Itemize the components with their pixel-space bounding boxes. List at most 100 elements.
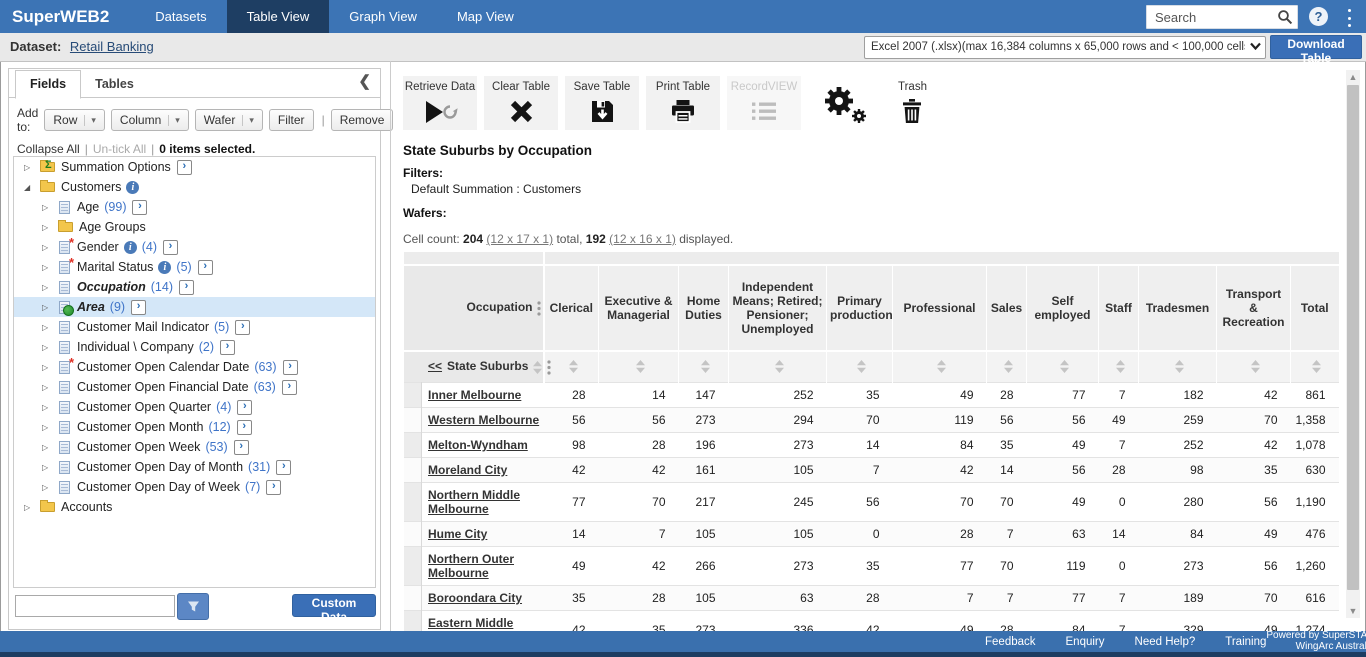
tree-item-label[interactable]: Customer Mail Indicator [77, 320, 209, 334]
sort-cell-self-employed[interactable] [1027, 351, 1099, 383]
tree-item-customer-open-calendar-date[interactable]: ▷Customer Open Calendar Date(63)› [14, 357, 375, 377]
add-to-table-button[interactable]: › [131, 300, 146, 315]
sort-icon[interactable] [774, 359, 785, 374]
column-header-primary-production[interactable]: Primary production [827, 265, 893, 351]
tree-item-label[interactable]: Customer Open Quarter [77, 400, 211, 414]
sort-cell-transport-recreation[interactable] [1217, 351, 1291, 383]
add-to-table-button[interactable]: › [177, 160, 192, 175]
add-to-filter-button[interactable]: Filter [269, 109, 314, 131]
sort-cell-tradesmen[interactable] [1139, 351, 1217, 383]
sort-icon[interactable] [1174, 359, 1185, 374]
tree-item-label[interactable]: Customer Open Week [77, 440, 200, 454]
expand-toggle-icon[interactable]: ▷ [42, 263, 57, 272]
tree-item-summation-options[interactable]: ▷Summation Options› [14, 157, 375, 177]
tree-item-label[interactable]: Area [77, 300, 105, 314]
tree-item-accounts[interactable]: ▷Accounts [14, 497, 375, 517]
tree-item-customers[interactable]: ◢Customersi [14, 177, 375, 197]
add-to-table-button[interactable]: › [234, 440, 249, 455]
footer-link-need-help[interactable]: Need Help? [1135, 636, 1196, 648]
expand-toggle-icon[interactable]: ▷ [42, 463, 57, 472]
add-to-table-button[interactable]: › [237, 400, 252, 415]
row-link-eastern-middle-melbourne[interactable]: Eastern Middle Melbourne [428, 616, 513, 631]
column-header-total[interactable]: Total [1291, 265, 1339, 351]
collapse-toggle-icon[interactable]: ◢ [24, 183, 39, 192]
sort-icon[interactable] [1250, 359, 1261, 374]
dataset-link[interactable]: Retail Banking [70, 39, 154, 54]
add-to-table-button[interactable]: › [179, 280, 194, 295]
tree-item-customer-open-quarter[interactable]: ▷Customer Open Quarter(4)› [14, 397, 375, 417]
sort-cell-clerical[interactable] [544, 351, 599, 383]
column-header-executive-managerial[interactable]: Executive & Managerial [599, 265, 679, 351]
tree-item-label[interactable]: Gender [77, 240, 119, 254]
tree-item-label[interactable]: Customer Open Month [77, 420, 203, 434]
expand-toggle-icon[interactable]: ▷ [24, 503, 39, 512]
row-link-moreland-city[interactable]: Moreland City [428, 463, 507, 477]
retrieve-data-button[interactable]: Retrieve Data [403, 76, 477, 130]
footer-link-enquiry[interactable]: Enquiry [1066, 636, 1105, 648]
tree-item-label[interactable]: Customers [61, 180, 121, 194]
column-menu-icon[interactable] [547, 360, 551, 375]
nav-tab-table-view[interactable]: Table View [227, 0, 330, 33]
chevron-down-icon[interactable]: ▾ [84, 115, 96, 126]
collapse-all-link[interactable]: Collapse All [17, 142, 80, 156]
expand-toggle-icon[interactable]: ▷ [42, 323, 57, 332]
add-to-table-button[interactable]: › [276, 460, 291, 475]
tree-item-label[interactable]: Summation Options [61, 160, 171, 174]
sort-icon[interactable] [635, 359, 646, 374]
search-input[interactable] [1153, 7, 1275, 27]
sort-cell-independent-means-retired-pensioner-unemployed[interactable] [729, 351, 827, 383]
sort-icon[interactable] [568, 359, 579, 374]
sort-cell-total[interactable] [1291, 351, 1339, 383]
column-header-clerical[interactable]: Clerical [544, 265, 599, 351]
field-filter-button[interactable] [177, 593, 209, 620]
clear-table-button[interactable]: Clear Table [484, 76, 558, 130]
footer-link-training[interactable]: Training [1225, 636, 1266, 648]
tree-item-age[interactable]: ▷Age(99)› [14, 197, 375, 217]
help-icon[interactable]: ? [1309, 7, 1328, 26]
tree-item-customer-open-week[interactable]: ▷Customer Open Week(53)› [14, 437, 375, 457]
row-link-boroondara-city[interactable]: Boroondara City [428, 591, 522, 605]
expand-toggle-icon[interactable]: ▷ [42, 383, 57, 392]
tree-item-occupation[interactable]: ▷Occupation(14)› [14, 277, 375, 297]
print-table-button[interactable]: Print Table [646, 76, 720, 130]
custom-data-button[interactable]: Custom Data [292, 594, 376, 617]
column-header-staff[interactable]: Staff [1099, 265, 1139, 351]
tree-item-label[interactable]: Individual \ Company [77, 340, 194, 354]
expand-toggle-icon[interactable]: ▷ [42, 443, 57, 452]
add-to-row-button[interactable]: Row▾ [44, 109, 105, 131]
footer-link-feedback[interactable]: Feedback [985, 636, 1036, 648]
sort-cell-professional[interactable] [893, 351, 987, 383]
trash-button[interactable]: Trash [898, 76, 927, 124]
expand-toggle-icon[interactable]: ▷ [42, 423, 57, 432]
field-search-input[interactable] [15, 595, 175, 617]
row-axis-header[interactable]: <<State Suburbs [404, 351, 544, 383]
table-options-gears-icon[interactable] [822, 84, 870, 131]
nav-tab-graph-view[interactable]: Graph View [329, 0, 437, 33]
tree-item-label[interactable]: Age [77, 200, 99, 214]
add-to-table-button[interactable]: › [283, 360, 298, 375]
column-menu-icon[interactable] [537, 301, 541, 316]
row-link-northern-outer-melbourne[interactable]: Northern Outer Melbourne [428, 552, 514, 580]
add-to-table-button[interactable]: › [237, 420, 252, 435]
displayed-dims-link[interactable]: (12 x 16 x 1) [609, 232, 676, 246]
column-axis-header[interactable]: Occupation [404, 265, 544, 351]
chevron-down-icon[interactable]: ▾ [168, 115, 180, 126]
search-icon[interactable] [1277, 9, 1293, 30]
column-header-professional[interactable]: Professional [893, 265, 987, 351]
shift-axis-link[interactable]: << [428, 359, 442, 373]
tree-item-label[interactable]: Age Groups [79, 220, 146, 234]
sort-cell-executive-managerial[interactable] [599, 351, 679, 383]
scrollbar-thumb[interactable] [1347, 85, 1359, 590]
expand-toggle-icon[interactable]: ▷ [42, 243, 57, 252]
tree-item-customer-open-day-of-week[interactable]: ▷Customer Open Day of Week(7)› [14, 477, 375, 497]
add-to-table-button[interactable]: › [235, 320, 250, 335]
scroll-down-arrow-icon[interactable]: ▼ [1346, 604, 1360, 618]
tree-item-customer-mail-indicator[interactable]: ▷Customer Mail Indicator(5)› [14, 317, 375, 337]
sort-icon[interactable] [936, 359, 947, 374]
tree-item-customer-open-month[interactable]: ▷Customer Open Month(12)› [14, 417, 375, 437]
row-link-western-melbourne[interactable]: Western Melbourne [428, 413, 539, 427]
expand-toggle-icon[interactable]: ▷ [42, 363, 57, 372]
download-table-button[interactable]: Download Table [1270, 35, 1362, 59]
tree-item-customer-open-financial-date[interactable]: ▷Customer Open Financial Date(63)› [14, 377, 375, 397]
chevron-down-icon[interactable]: ▾ [242, 115, 254, 126]
